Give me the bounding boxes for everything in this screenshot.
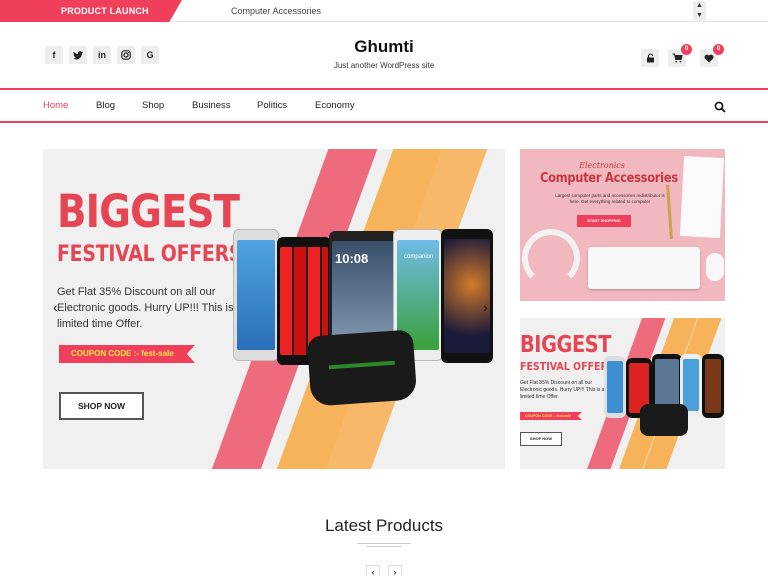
products-prev-arrow-icon[interactable]: ‹ (366, 565, 380, 576)
sony-phone-image (441, 229, 493, 363)
nav-item-politics[interactable]: Politics (257, 100, 315, 111)
heading-underline (357, 543, 411, 544)
phone-clock: 10:08 (335, 251, 369, 266)
headphones-image (522, 229, 580, 287)
latest-products-arrows: ‹ › (366, 565, 402, 576)
banner-title: Computer Accessories (540, 171, 678, 186)
products-next-arrow-icon[interactable]: › (388, 565, 402, 576)
slide-headline: BIGGEST (57, 185, 240, 238)
vr-headset-image (306, 329, 418, 407)
ticker-down-arrow-icon[interactable]: ▼ (693, 11, 706, 21)
site-branding: Ghumti Just another WordPress site (284, 37, 484, 70)
wishlist-heart-icon[interactable]: 0 (700, 44, 724, 67)
slide-description: Get Flat 35% Discount on all our Electro… (57, 286, 243, 330)
banner-shop-now-button[interactable]: SHOP NOW (520, 432, 562, 446)
top-announcement-bar: PRODUCT LAUNCH OFFERS Computer Accessori… (0, 0, 768, 22)
banner-text: Largest computer parts and accessories r… (555, 193, 665, 204)
start-shopping-button[interactable]: START SHOPPING (577, 215, 631, 227)
white-iphone-screen (237, 240, 275, 350)
ticker-arrows: ▲ ▼ (693, 1, 706, 21)
twitter-icon[interactable] (69, 46, 87, 64)
cart-count-badge: 0 (681, 44, 692, 55)
main-navigation: Home Blog Shop Business Politics Economy (0, 88, 768, 123)
coupon-code-ribbon: COUPON CODE :- fest-sale (59, 345, 195, 363)
pen-image (666, 184, 673, 240)
slide-subheadline: FESTIVAL OFFERS (57, 242, 243, 267)
nav-menu: Home Blog Shop Business Politics Economy (43, 90, 375, 121)
mini-iphone-image (604, 356, 626, 418)
festival-offers-banner[interactable]: BIGGEST FESTIVAL OFFERS Get Flat 35% Dis… (520, 318, 725, 469)
phone-brand-text: companion (404, 254, 434, 260)
nav-item-blog[interactable]: Blog (96, 100, 142, 111)
slider-next-arrow-icon[interactable]: › (483, 299, 488, 315)
facebook-icon[interactable]: f (45, 46, 63, 64)
heading-underline-2 (367, 546, 401, 547)
banner-coupon-ribbon: COUPON CODE :- fest-sale (520, 412, 582, 420)
site-title[interactable]: Ghumti (284, 37, 484, 57)
nav-item-business[interactable]: Business (192, 100, 257, 111)
latest-products-heading: Latest Products (324, 516, 444, 535)
linkedin-icon[interactable]: in (93, 46, 111, 64)
account-lock-icon[interactable] (641, 49, 659, 67)
computer-accessories-banner[interactable]: Electronics Computer Accessories Largest… (520, 149, 725, 301)
nav-item-home[interactable]: Home (43, 100, 96, 111)
ticker-up-arrow-icon[interactable]: ▲ (693, 1, 706, 11)
instagram-icon[interactable] (117, 46, 135, 64)
sony-phone-screen (444, 239, 490, 353)
banner-description: Get Flat 35% Discount on all our Electro… (520, 380, 605, 400)
banner-headline: BIGGEST (520, 332, 611, 358)
mini-sony-phone-image (702, 354, 724, 418)
vr-headset-accent (328, 360, 395, 370)
slider-prev-arrow-icon[interactable]: ‹ (53, 299, 58, 315)
wishlist-count-badge: 0 (713, 44, 724, 55)
hero-slider[interactable]: BIGGEST FESTIVAL OFFERS Get Flat 35% Dis… (43, 149, 505, 469)
keyboard-image (588, 247, 700, 289)
product-launch-label: PRODUCT LAUNCH OFFERS (0, 0, 182, 22)
mini-vr-headset-image (640, 404, 688, 436)
social-links: f in G (45, 46, 159, 64)
header-actions: 0 0 (641, 44, 724, 71)
notebook-image (679, 156, 725, 238)
search-icon[interactable] (714, 100, 726, 113)
mini-iphone-screen (607, 361, 623, 413)
mini-samsung-screen (683, 359, 699, 411)
mini-sony-screen (705, 359, 721, 413)
google-icon[interactable]: G (141, 46, 159, 64)
shop-now-button[interactable]: SHOP NOW (59, 392, 144, 420)
news-ticker-text[interactable]: Computer Accessories (231, 0, 321, 22)
mouse-image (706, 253, 724, 281)
white-iphone-image (233, 229, 279, 361)
banner-subheadline: FESTIVAL OFFERS (520, 360, 615, 373)
banner-kicker: Electronics (579, 161, 625, 170)
cart-icon[interactable]: 0 (668, 44, 692, 67)
site-header: f in G Ghumti Just another WordPress sit… (0, 22, 768, 88)
nav-item-economy[interactable]: Economy (315, 100, 375, 111)
site-tagline: Just another WordPress site (333, 61, 435, 70)
nav-item-shop[interactable]: Shop (142, 100, 192, 111)
